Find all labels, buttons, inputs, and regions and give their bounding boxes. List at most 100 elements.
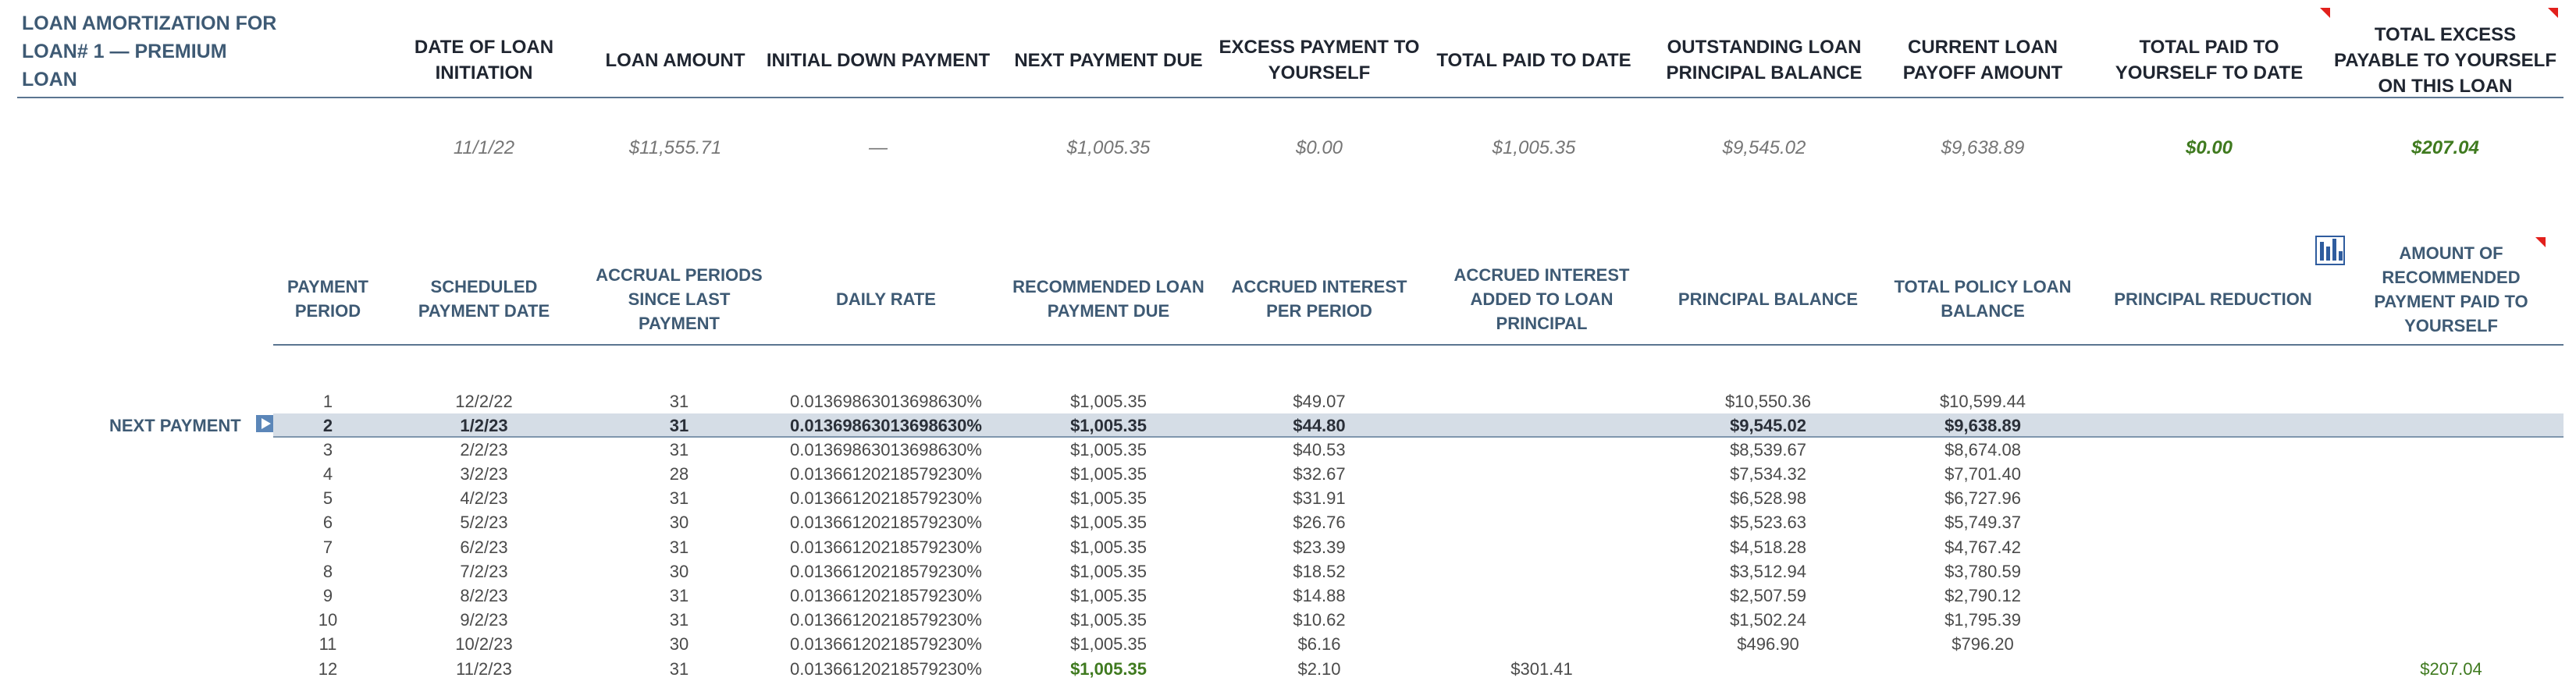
cell-accrued-interest[interactable]: $14.88 [1214, 584, 1425, 609]
cell-accrual-periods[interactable]: 31 [585, 413, 773, 438]
value-next-payment-due[interactable]: $1,005.35 [999, 133, 1218, 164]
cell-accrued-interest[interactable]: $23.39 [1214, 535, 1425, 559]
cell-daily-rate[interactable]: 0.01366120218579230% [769, 609, 1003, 633]
bar-chart-icon[interactable] [2315, 236, 2345, 265]
cell-principal-reduction[interactable] [2108, 438, 2318, 462]
cell-accrued-interest-added[interactable] [1429, 535, 1655, 559]
cell-principal-reduction[interactable] [2108, 609, 2318, 633]
cell-accrual-periods[interactable]: 28 [585, 463, 773, 487]
cell-principal-balance[interactable]: $9,545.02 [1663, 413, 1873, 438]
cell-accrual-periods[interactable]: 31 [585, 389, 773, 413]
col-header-accrued-interest-added[interactable]: ACCRUED INTEREST ADDED TO LOAN PRINCIPAL [1429, 257, 1655, 340]
cell-recommended-payment[interactable]: $1,005.35 [1007, 609, 1210, 633]
col-header-accrual-periods[interactable]: ACCRUAL PERIODS SINCE LAST PAYMENT [585, 257, 773, 340]
col-header-daily-rate[interactable]: DAILY RATE [769, 257, 1003, 340]
cell-payment-period[interactable]: 8 [273, 559, 382, 584]
cell-daily-rate[interactable]: 0.01369863013698630% [769, 413, 1003, 438]
cell-amount-paid-to-yourself[interactable] [2350, 584, 2553, 609]
cell-accrual-periods[interactable]: 31 [585, 584, 773, 609]
cell-payment-period[interactable]: 2 [273, 413, 382, 438]
cell-total-policy-loan-balance[interactable]: $7,701.40 [1881, 463, 2084, 487]
cell-daily-rate[interactable]: 0.01366120218579230% [769, 559, 1003, 584]
cell-daily-rate[interactable]: 0.01369863013698630% [769, 438, 1003, 462]
value-date-of-loan-initiation[interactable]: 11/1/22 [406, 133, 562, 164]
cell-principal-balance[interactable]: $8,539.67 [1663, 438, 1873, 462]
cell-accrual-periods[interactable]: 30 [585, 633, 773, 657]
cell-principal-reduction[interactable] [2108, 633, 2318, 657]
header-total-excess-payable[interactable]: TOTAL EXCESS PAYABLE TO YOURSELF ON THIS… [2334, 24, 2556, 97]
value-total-excess-payable[interactable]: $207.04 [2334, 133, 2556, 164]
comment-indicator[interactable] [2548, 8, 2558, 18]
cell-principal-balance[interactable]: $1,502.24 [1663, 609, 1873, 633]
cell-total-policy-loan-balance[interactable]: $6,727.96 [1881, 487, 2084, 511]
cell-scheduled-date[interactable]: 2/2/23 [390, 438, 578, 462]
header-outstanding-principal-balance[interactable]: OUTSTANDING LOAN PRINCIPAL BALANCE [1655, 25, 1873, 95]
cell-accrual-periods[interactable]: 31 [585, 487, 773, 511]
header-next-payment-due[interactable]: NEXT PAYMENT DUE [999, 25, 1218, 95]
cell-principal-balance[interactable]: $2,507.59 [1663, 584, 1873, 609]
col-header-amount-paid-to-yourself[interactable]: AMOUNT OF RECOMMENDED PAYMENT PAID TO YO… [2350, 239, 2553, 340]
value-initial-down-payment[interactable]: — [761, 133, 995, 164]
header-initial-down-payment[interactable]: INITIAL DOWN PAYMENT [761, 25, 995, 95]
cell-scheduled-date[interactable]: 8/2/23 [390, 584, 578, 609]
cell-principal-balance[interactable]: $4,518.28 [1663, 535, 1873, 559]
cell-accrued-interest-added[interactable] [1429, 511, 1655, 535]
cell-recommended-payment[interactable]: $1,005.35 [1007, 413, 1210, 438]
cell-recommended-payment[interactable]: $1,005.35 [1007, 584, 1210, 609]
header-total-paid-to-yourself[interactable]: TOTAL PAID TO YOURSELF TO DATE [2092, 25, 2326, 95]
col-header-total-policy-loan-balance[interactable]: TOTAL POLICY LOAN BALANCE [1881, 257, 2084, 340]
cell-payment-period[interactable]: 3 [273, 438, 382, 462]
cell-principal-reduction[interactable] [2108, 413, 2318, 438]
cell-amount-paid-to-yourself[interactable] [2350, 413, 2553, 438]
header-date-of-loan-initiation[interactable]: DATE OF LOAN INITIATION [406, 25, 562, 95]
cell-accrual-periods[interactable]: 31 [585, 657, 773, 681]
header-loan-amount[interactable]: LOAN AMOUNT [593, 25, 757, 95]
cell-scheduled-date[interactable]: 9/2/23 [390, 609, 578, 633]
cell-payment-period[interactable]: 1 [273, 389, 382, 413]
cell-accrual-periods[interactable]: 30 [585, 559, 773, 584]
cell-total-policy-loan-balance[interactable]: $9,638.89 [1881, 413, 2084, 438]
cell-accrual-periods[interactable]: 31 [585, 609, 773, 633]
cell-accrued-interest-added[interactable] [1429, 389, 1655, 413]
col-header-scheduled-date[interactable]: SCHEDULED PAYMENT DATE [390, 257, 578, 340]
cell-payment-period[interactable]: 4 [273, 463, 382, 487]
col-header-recommended-payment[interactable]: RECOMMENDED LOAN PAYMENT DUE [1007, 257, 1210, 340]
cell-amount-paid-to-yourself[interactable] [2350, 389, 2553, 413]
cell-principal-balance[interactable]: $3,512.94 [1663, 559, 1873, 584]
cell-amount-paid-to-yourself[interactable]: $207.04 [2350, 657, 2553, 681]
cell-amount-paid-to-yourself[interactable] [2350, 559, 2553, 584]
cell-scheduled-date[interactable]: 10/2/23 [390, 633, 578, 657]
cell-total-policy-loan-balance[interactable]: $10,599.44 [1881, 389, 2084, 413]
cell-accrual-periods[interactable]: 31 [585, 535, 773, 559]
cell-recommended-payment[interactable]: $1,005.35 [1007, 633, 1210, 657]
value-excess-payment-to-yourself[interactable]: $0.00 [1218, 133, 1421, 164]
cell-accrued-interest-added[interactable] [1429, 559, 1655, 584]
cell-principal-reduction[interactable] [2108, 559, 2318, 584]
value-loan-amount[interactable]: $11,555.71 [593, 133, 757, 164]
cell-accrued-interest[interactable]: $10.62 [1214, 609, 1425, 633]
cell-principal-reduction[interactable] [2108, 535, 2318, 559]
cell-recommended-payment[interactable]: $1,005.35 [1007, 389, 1210, 413]
cell-accrued-interest-added[interactable] [1429, 584, 1655, 609]
cell-accrual-periods[interactable]: 31 [585, 438, 773, 462]
cell-scheduled-date[interactable]: 4/2/23 [390, 487, 578, 511]
cell-amount-paid-to-yourself[interactable] [2350, 633, 2553, 657]
cell-principal-reduction[interactable] [2108, 511, 2318, 535]
cell-recommended-payment[interactable]: $1,005.35 [1007, 559, 1210, 584]
header-excess-payment-to-yourself[interactable]: EXCESS PAYMENT TO YOURSELF [1218, 25, 1421, 95]
comment-indicator[interactable] [2320, 8, 2330, 18]
cell-scheduled-date[interactable]: 3/2/23 [390, 463, 578, 487]
cell-amount-paid-to-yourself[interactable] [2350, 487, 2553, 511]
cell-accrued-interest-added[interactable] [1429, 413, 1655, 438]
cell-scheduled-date[interactable]: 12/2/22 [390, 389, 578, 413]
cell-recommended-payment[interactable]: $1,005.35 [1007, 487, 1210, 511]
col-header-principal-reduction[interactable]: PRINCIPAL REDUCTION [2108, 257, 2318, 340]
cell-daily-rate[interactable]: 0.01366120218579230% [769, 633, 1003, 657]
value-total-paid-to-date[interactable]: $1,005.35 [1429, 133, 1639, 164]
cell-total-policy-loan-balance[interactable]: $796.20 [1881, 633, 2084, 657]
cell-accrued-interest-added[interactable] [1429, 609, 1655, 633]
cell-daily-rate[interactable]: 0.01366120218579230% [769, 487, 1003, 511]
cell-principal-reduction[interactable] [2108, 487, 2318, 511]
cell-accrued-interest[interactable]: $32.67 [1214, 463, 1425, 487]
col-header-principal-balance[interactable]: PRINCIPAL BALANCE [1663, 257, 1873, 340]
